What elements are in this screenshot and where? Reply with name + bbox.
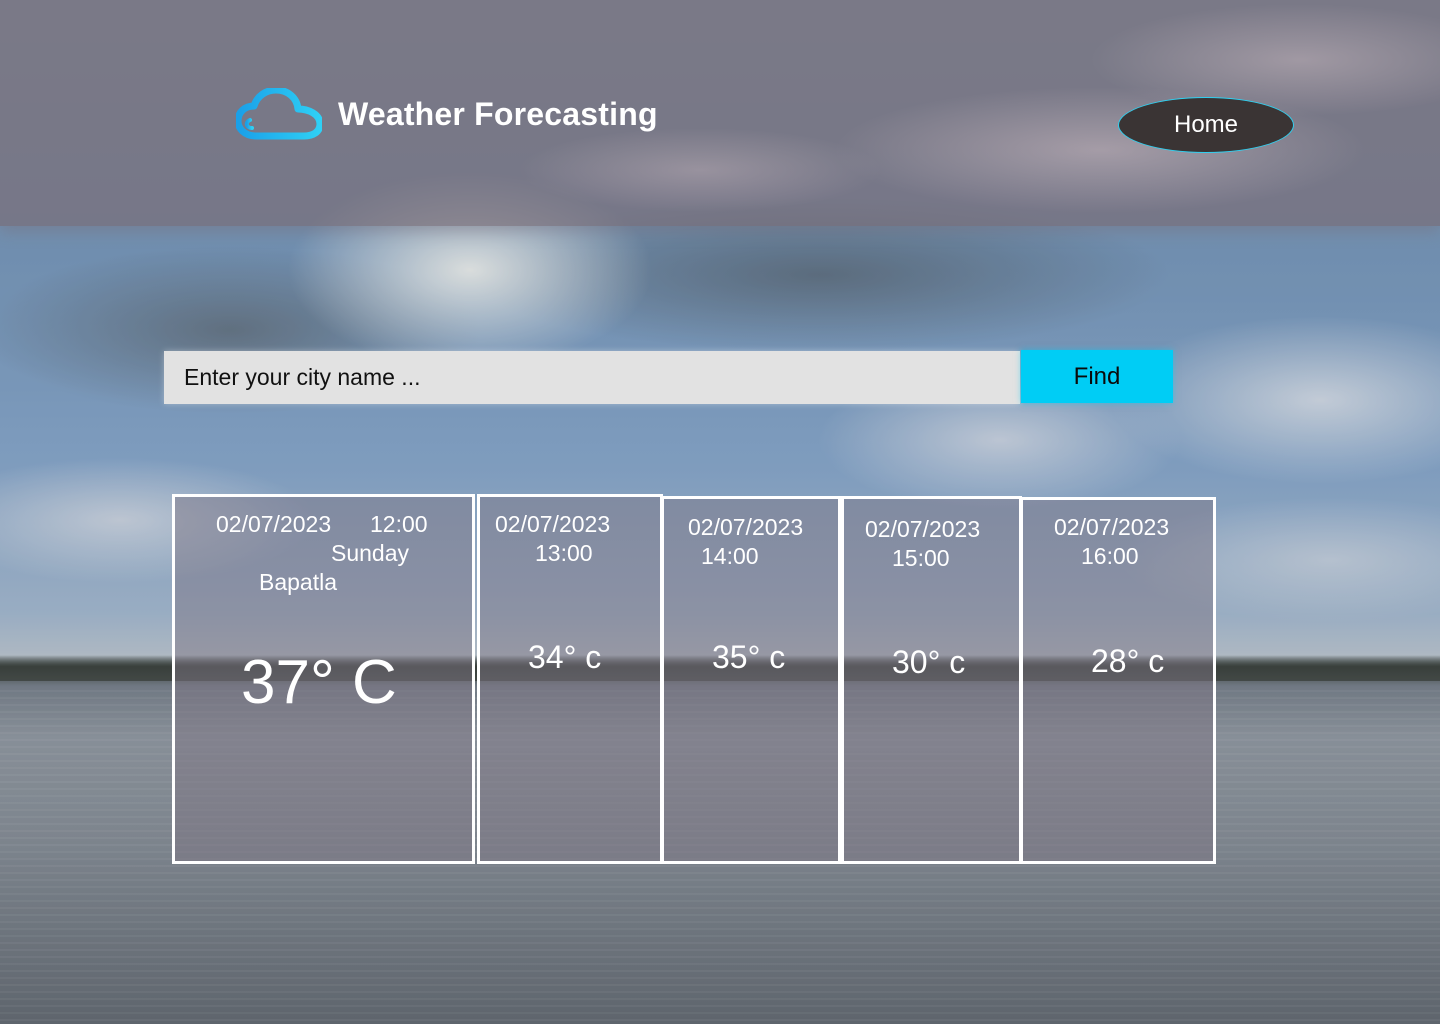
forecast-time: 16:00 [1081, 543, 1139, 569]
forecast-date: 02/07/2023 [688, 514, 804, 540]
forecast-temperature: 34° c [528, 639, 602, 675]
forecast-time: 14:00 [701, 543, 759, 569]
forecast-time: 13:00 [535, 540, 593, 566]
city-search-input[interactable] [164, 351, 1020, 404]
home-button[interactable]: Home [1118, 97, 1294, 153]
forecast-card: 02/07/2023 14:00 35° c [661, 496, 841, 864]
forecast-date: 02/07/2023 [1054, 514, 1170, 540]
cloud-icon [236, 88, 322, 140]
forecast-date: 02/07/2023 [495, 511, 611, 537]
current-temperature: 37° C [241, 648, 397, 717]
forecast-temperature: 35° c [712, 639, 786, 675]
current-city: Bapatla [259, 569, 338, 595]
current-weather-card: 02/07/2023 12:00 Sunday Bapatla 37° C [172, 494, 475, 864]
forecast-date: 02/07/2023 [865, 516, 981, 542]
forecast-card: 02/07/2023 15:00 30° c [841, 496, 1022, 864]
forecast-card: 02/07/2023 13:00 34° c [477, 494, 663, 864]
find-button[interactable]: Find [1021, 350, 1173, 403]
brand[interactable]: Weather Forecasting [236, 88, 658, 140]
forecast-temperature: 30° c [892, 644, 966, 680]
current-date: 02/07/2023 [216, 511, 332, 537]
forecast-time: 15:00 [892, 545, 950, 571]
forecast-card: 02/07/2023 16:00 28° c [1020, 497, 1216, 864]
app-title: Weather Forecasting [338, 95, 658, 132]
current-time: 12:00 [370, 511, 428, 537]
current-day: Sunday [331, 540, 410, 566]
forecast-temperature: 28° c [1091, 643, 1165, 679]
